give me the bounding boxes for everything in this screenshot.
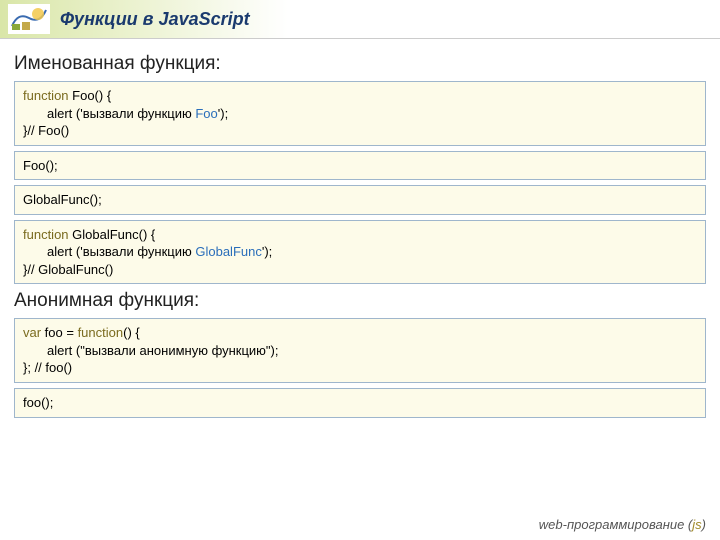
- code-line: GlobalFunc();: [23, 191, 697, 209]
- code-box-anon-call: foo();: [14, 388, 706, 418]
- code-text: () {: [123, 325, 140, 340]
- code-box-global-call: GlobalFunc();: [14, 185, 706, 215]
- code-line: alert ("вызвали анонимную функцию");: [23, 342, 697, 360]
- keyword: function: [23, 227, 69, 242]
- code-box-named-call: Foo();: [14, 151, 706, 181]
- code-text: Foo() {: [69, 88, 112, 103]
- section-heading-named: Именованная функция:: [14, 53, 706, 75]
- code-line: alert ('вызвали функцию Foo');: [23, 105, 697, 123]
- section-heading-anon: Анонимная функция:: [14, 290, 706, 312]
- code-box-named-def: function Foo() { alert ('вызвали функцию…: [14, 81, 706, 146]
- code-line: foo();: [23, 394, 697, 412]
- slide-title: Функции в JavaScript: [60, 9, 250, 30]
- code-text: alert ("вызвали анонимную функцию");: [47, 343, 279, 358]
- code-text: foo =: [45, 325, 78, 340]
- keyword: var: [23, 325, 45, 340]
- code-line: }; // foo(): [23, 359, 697, 377]
- code-text: ');: [218, 106, 228, 121]
- code-text: alert ('вызвали функцию: [47, 106, 195, 121]
- code-line: Foo();: [23, 157, 697, 175]
- highlight: GlobalFunc: [195, 244, 261, 259]
- code-line: }// Foo(): [23, 122, 697, 140]
- footer-js: js: [692, 517, 701, 532]
- code-box-global-def: function GlobalFunc() { alert ('вызвали …: [14, 220, 706, 285]
- logo-icon: [8, 4, 50, 34]
- footer: web-программирование (js): [539, 517, 706, 532]
- content: Именованная функция: function Foo() { al…: [0, 39, 720, 418]
- highlight: Foo: [195, 106, 217, 121]
- keyword: function: [78, 325, 124, 340]
- code-line: alert ('вызвали функцию GlobalFunc');: [23, 243, 697, 261]
- code-text: GlobalFunc() {: [69, 227, 156, 242]
- header-bar: Функции в JavaScript: [0, 0, 720, 39]
- keyword: function: [23, 88, 69, 103]
- footer-text: web-программирование: [539, 517, 688, 532]
- code-line: var foo = function() {: [23, 324, 697, 342]
- code-text: alert ('вызвали функцию: [47, 244, 195, 259]
- code-line: }// GlobalFunc(): [23, 261, 697, 279]
- code-line: function Foo() {: [23, 87, 697, 105]
- code-box-anon-def: var foo = function() { alert ("вызвали а…: [14, 318, 706, 383]
- paren: ): [702, 517, 706, 532]
- code-line: function GlobalFunc() {: [23, 226, 697, 244]
- code-text: ');: [262, 244, 272, 259]
